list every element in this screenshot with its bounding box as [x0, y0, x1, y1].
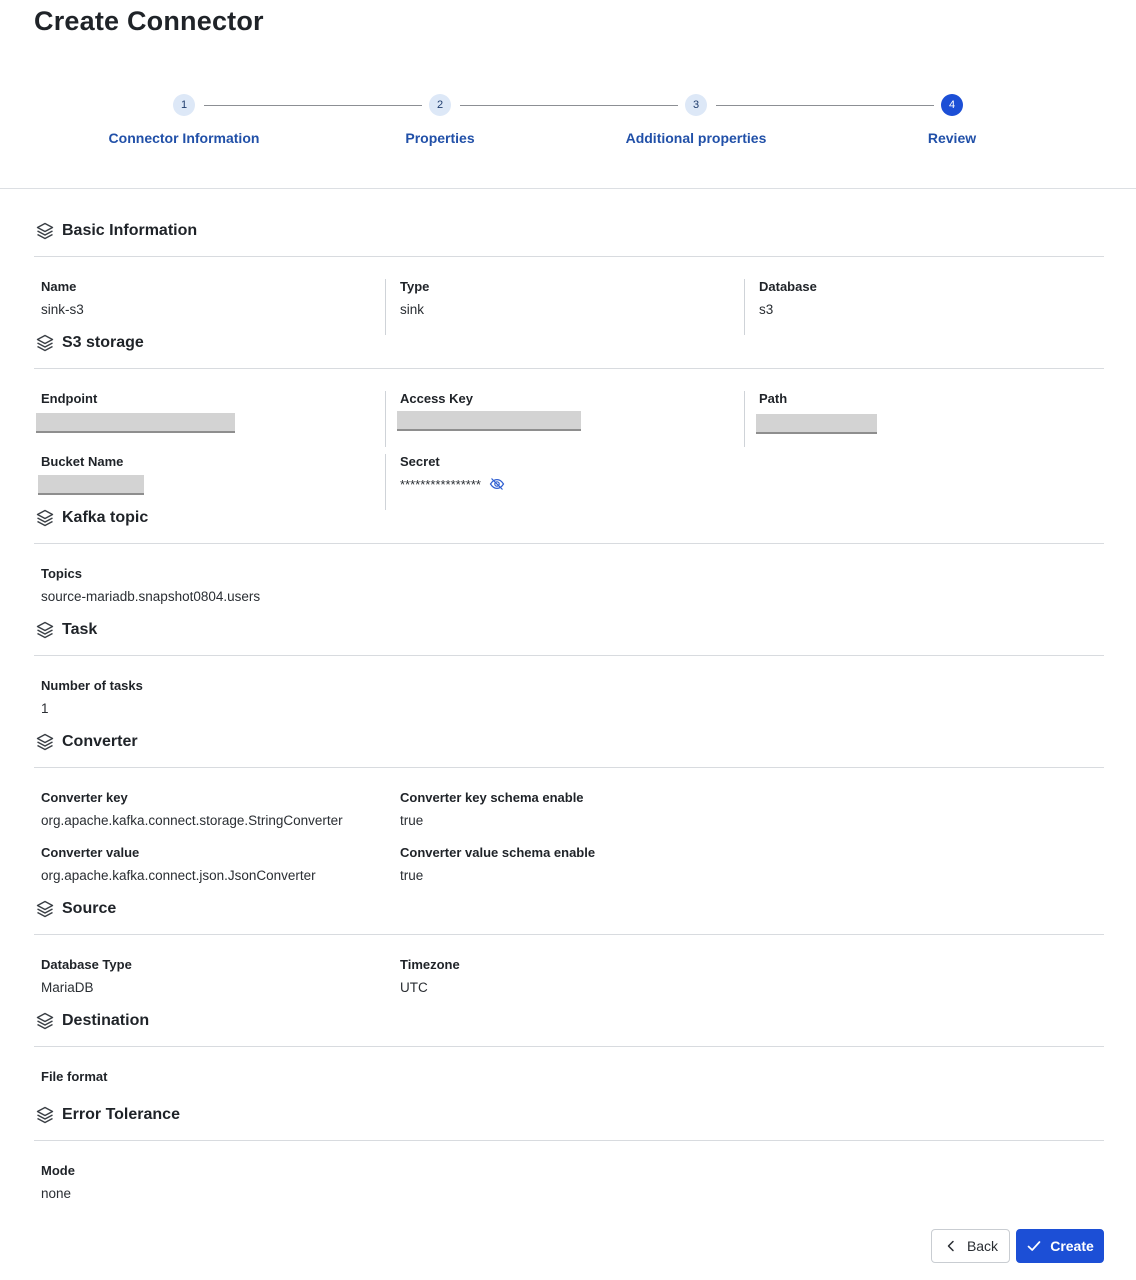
layers-icon	[35, 899, 55, 919]
field-value: sink	[400, 302, 425, 317]
section-title: Destination	[62, 1012, 150, 1029]
field-access-key: Access Key	[385, 391, 581, 447]
field-label: File format	[41, 1069, 108, 1084]
field-converter-key-schema: Converter key schema enable true	[400, 790, 584, 830]
field-value: org.apache.kafka.connect.json.JsonConver…	[41, 868, 316, 883]
layers-icon	[35, 221, 55, 241]
section-source: Source Database Type MariaDB Timezone UT…	[34, 892, 1104, 1003]
layers-icon	[35, 732, 55, 752]
layers-icon	[35, 1105, 55, 1125]
redacted-value	[397, 411, 581, 431]
field-number-of-tasks: Number of tasks 1	[41, 678, 143, 718]
step-label: Review	[927, 130, 977, 146]
field-endpoint: Endpoint	[36, 391, 235, 433]
field-label: Path	[759, 391, 788, 406]
field-value: none	[41, 1186, 72, 1201]
field-label: Converter value	[41, 845, 140, 860]
create-button[interactable]: Create	[1016, 1229, 1104, 1263]
stepper: 1 Connector Information 2 Properties 3 A…	[0, 94, 1136, 164]
layers-icon	[35, 1011, 55, 1031]
back-button-label: Back	[966, 1238, 999, 1254]
field-label: Converter key	[41, 790, 128, 805]
field-value: true	[400, 868, 424, 883]
field-topics: Topics source-mariadb.snapshot0804.users	[41, 566, 260, 606]
field-type: Type sink	[384, 279, 430, 335]
field-label: Name	[41, 279, 77, 294]
field-secret: Secret ****************	[385, 454, 505, 510]
field-value: source-mariadb.snapshot0804.users	[41, 589, 261, 604]
section-converter: Converter Converter key org.apache.kafka…	[34, 725, 1104, 892]
section-s3-storage: S3 storage Endpoint Access Key Path Buck…	[34, 326, 1104, 510]
chevron-left-icon	[947, 1240, 954, 1252]
field-label: Converter key schema enable	[400, 790, 584, 805]
step-connector-information[interactable]: 1 Connector Information	[74, 94, 294, 146]
field-label: Access Key	[400, 391, 473, 406]
section-title: Kafka topic	[62, 509, 149, 526]
step-number: 4	[941, 94, 963, 116]
field-value: MariaDB	[41, 980, 94, 995]
page-title: Create Connector	[34, 6, 264, 36]
layers-icon	[35, 620, 55, 640]
field-timezone: Timezone UTC	[400, 957, 460, 997]
field-label: Database Type	[41, 957, 132, 972]
field-converter-value: Converter value org.apache.kafka.connect…	[41, 845, 316, 885]
field-converter-value-schema: Converter value schema enable true	[400, 845, 595, 885]
header-divider	[0, 188, 1136, 189]
step-additional-properties[interactable]: 3 Additional properties	[586, 94, 806, 146]
redacted-value	[36, 413, 235, 433]
field-value: UTC	[400, 980, 428, 995]
create-button-label: Create	[1050, 1238, 1094, 1254]
step-label: Connector Information	[108, 130, 260, 146]
section-title: S3 storage	[62, 334, 144, 351]
field-value: true	[400, 813, 424, 828]
field-value: sink-s3	[41, 302, 84, 317]
secret-value: ****************	[400, 476, 481, 492]
field-label: Topics	[41, 566, 82, 581]
field-name: Name sink-s3	[41, 279, 84, 319]
field-file-format: File format	[41, 1069, 107, 1085]
field-label: Database	[759, 279, 817, 294]
layers-icon	[35, 333, 55, 353]
eye-off-icon[interactable]	[489, 476, 505, 492]
section-destination: Destination File format	[34, 1004, 1104, 1097]
redacted-value	[756, 414, 877, 434]
back-button[interactable]: Back	[931, 1229, 1010, 1263]
field-label: Type	[400, 279, 430, 294]
step-number: 3	[685, 94, 707, 116]
section-basic-information: Basic Information Name sink-s3 Type sink…	[34, 214, 1104, 335]
section-title: Converter	[62, 733, 138, 750]
section-error-tolerance: Error Tolerance Mode none	[34, 1098, 1104, 1209]
field-label: Number of tasks	[41, 678, 143, 693]
field-value: 1	[41, 701, 49, 716]
step-label: Properties	[405, 130, 475, 146]
layers-icon	[35, 508, 55, 528]
section-title: Error Tolerance	[62, 1106, 180, 1123]
field-converter-key: Converter key org.apache.kafka.connect.s…	[41, 790, 343, 830]
field-database-type: Database Type MariaDB	[41, 957, 132, 997]
section-kafka-topic: Kafka topic Topics source-mariadb.snapsh…	[34, 501, 1104, 612]
field-path: Path	[744, 391, 877, 447]
field-label: Converter value schema enable	[400, 845, 596, 860]
field-label: Endpoint	[41, 391, 98, 406]
field-label: Bucket Name	[41, 454, 124, 469]
field-label: Secret	[400, 454, 440, 469]
field-label: Mode	[41, 1163, 75, 1178]
step-number: 2	[429, 94, 451, 116]
section-title: Source	[62, 900, 117, 917]
step-label: Additional properties	[625, 130, 767, 146]
step-number: 1	[173, 94, 195, 116]
section-title: Task	[62, 621, 98, 638]
field-database: Database s3	[744, 279, 817, 335]
field-bucket-name: Bucket Name	[38, 454, 144, 495]
check-icon	[1027, 1241, 1041, 1251]
step-properties[interactable]: 2 Properties	[330, 94, 550, 146]
section-task: Task Number of tasks 1	[34, 613, 1104, 724]
field-label: Timezone	[400, 957, 460, 972]
redacted-value	[38, 475, 144, 495]
field-value: s3	[759, 302, 774, 317]
field-mode: Mode none	[41, 1163, 75, 1203]
section-title: Basic Information	[62, 222, 198, 239]
step-review[interactable]: 4 Review	[842, 94, 1062, 146]
field-value: org.apache.kafka.connect.storage.StringC…	[41, 813, 343, 828]
